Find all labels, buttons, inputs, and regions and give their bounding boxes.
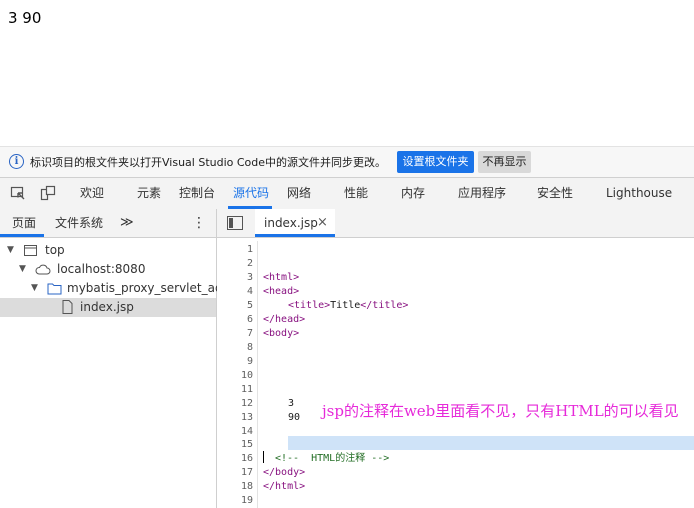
code-line-3: <html> <box>263 272 300 283</box>
line-number: 13 <box>240 412 253 423</box>
tab-elements[interactable]: 元素 <box>137 178 161 209</box>
sources-navigator: 页面 文件系统 ≫ ⋮ ▼ top ▼ localhost:8080 ▼ myb… <box>0 209 250 508</box>
tab-memory[interactable]: 内存 <box>401 178 425 209</box>
line-number: 9 <box>246 356 253 367</box>
line-number: 1 <box>246 244 253 255</box>
code-line-7: <body> <box>263 328 300 339</box>
file-tab-label: index.jsp <box>264 216 318 230</box>
code-line-13: 90 <box>288 412 301 423</box>
set-root-folder-button[interactable]: 设置根文件夹 <box>397 151 474 173</box>
line-number: 18 <box>240 481 253 492</box>
tree-label-localhost: localhost:8080 <box>57 262 146 276</box>
line-number: 14 <box>240 426 253 437</box>
tab-security[interactable]: 安全性 <box>537 178 573 209</box>
expand-triangle-icon: ▼ <box>31 283 38 293</box>
inspect-element-icon[interactable] <box>10 185 26 201</box>
page-output-text: 3 90 <box>8 9 42 27</box>
line-number: 2 <box>246 258 253 269</box>
tree-item-index-jsp[interactable]: index.jsp <box>0 298 216 317</box>
line-number: 5 <box>246 300 253 311</box>
tree-label-index: index.jsp <box>80 300 134 314</box>
code-line-16: <!-- HTML的注释 --> <box>275 453 390 464</box>
line-number: 4 <box>246 286 253 297</box>
tab-sources[interactable]: 源代码 <box>233 178 269 209</box>
infobar-message: 标识项目的根文件夹以打开Visual Studio Code中的源文件并同步更改… <box>30 156 387 169</box>
code-editor-panel: index.jsp × 1 2 3 4 5 6 7 8 9 10 11 12 1… <box>217 209 694 508</box>
info-icon: i <box>9 154 24 169</box>
code-line-18: </html> <box>263 481 306 492</box>
annotation-overlay-text: jsp的注释在web里面看不见，只有HTML的可以看见 <box>322 402 679 420</box>
tree-item-top[interactable]: ▼ top <box>0 241 216 260</box>
tab-performance[interactable]: 性能 <box>344 178 368 209</box>
line-number: 12 <box>240 398 253 409</box>
tab-welcome[interactable]: 欢迎 <box>80 178 104 209</box>
cloud-icon <box>35 264 51 275</box>
editor-tabs: index.jsp × <box>217 209 694 238</box>
line-number: 19 <box>240 495 253 506</box>
nav-tab-indicator <box>0 234 44 237</box>
line-number: 17 <box>240 467 253 478</box>
toggle-navigator-icon[interactable] <box>227 216 243 230</box>
tree-label-top: top <box>45 243 65 257</box>
devtools-toolbar: 欢迎 元素 控制台 源代码 网络 性能 内存 应用程序 安全性 Lighthou… <box>0 177 694 210</box>
code-token: </title> <box>360 300 409 311</box>
line-number: 11 <box>240 384 253 395</box>
close-icon[interactable]: × <box>317 209 328 237</box>
line-number: 6 <box>246 314 253 325</box>
code-line-17: </body> <box>263 467 306 478</box>
code-token: Title <box>330 300 361 311</box>
frame-icon <box>24 245 37 256</box>
code-line-5: <title>Title</title> <box>288 299 408 313</box>
dont-show-again-button[interactable]: 不再显示 <box>478 151 531 173</box>
code-token: <title> <box>288 300 331 311</box>
line-number: 7 <box>246 328 253 339</box>
code-line-6: </head> <box>263 314 306 325</box>
code-area[interactable]: 1 2 3 4 5 6 7 8 9 10 11 12 13 14 15 16 1… <box>217 241 694 508</box>
infobar: i 标识项目的根文件夹以打开Visual Studio Code中的源文件并同步… <box>0 146 694 177</box>
file-tab-index-jsp[interactable]: index.jsp × <box>255 209 335 237</box>
line-number: 3 <box>246 272 253 283</box>
line-number: 16 <box>240 453 253 464</box>
device-emulation-icon[interactable] <box>40 185 56 201</box>
tree-item-project-folder[interactable]: ▼ mybatis_proxy_servlet_addStu <box>0 279 250 298</box>
tree-item-localhost[interactable]: ▼ localhost:8080 <box>0 260 216 279</box>
navigator-menu-icon[interactable]: ⋮ <box>192 209 206 237</box>
code-line-4: <head> <box>263 286 300 297</box>
folder-icon <box>47 283 62 295</box>
tab-network[interactable]: 网络 <box>287 178 311 209</box>
file-icon <box>62 300 73 314</box>
tab-application[interactable]: 应用程序 <box>458 178 506 209</box>
current-line-highlight <box>288 436 694 450</box>
more-tabs-icon[interactable]: ≫ <box>120 209 134 237</box>
tab-lighthouse[interactable]: Lighthouse <box>606 178 672 209</box>
nav-tab-page[interactable]: 页面 <box>12 209 36 237</box>
code-line-12: 3 <box>288 398 295 409</box>
expand-triangle-icon: ▼ <box>19 264 26 274</box>
navigator-tabs: 页面 文件系统 ≫ ⋮ <box>0 209 216 238</box>
nav-tab-filesystem[interactable]: 文件系统 <box>55 209 103 237</box>
expand-triangle-icon: ▼ <box>7 245 14 255</box>
text-cursor <box>263 451 264 463</box>
line-number: 15 <box>240 439 253 450</box>
rendered-page: 3 90 <box>0 0 694 146</box>
tab-console[interactable]: 控制台 <box>179 178 215 209</box>
file-tab-indicator <box>255 234 335 237</box>
line-number: 8 <box>246 342 253 353</box>
line-number-gutter: 1 2 3 4 5 6 7 8 9 10 11 12 13 14 15 16 1… <box>217 241 258 508</box>
line-number: 10 <box>240 370 253 381</box>
